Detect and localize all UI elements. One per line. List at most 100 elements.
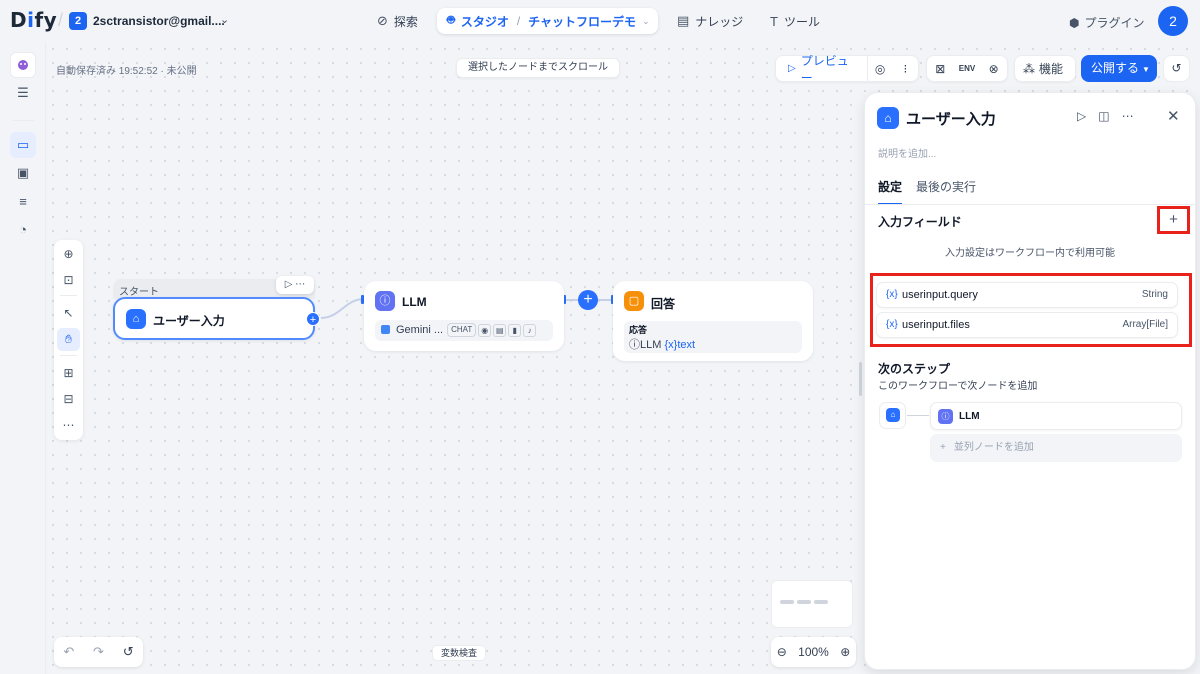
tab-last-run[interactable]: 最後の実行 (916, 178, 976, 205)
nav-tools-label: ツール (783, 14, 820, 29)
variable-icon: {x} (886, 319, 898, 330)
hand-icon[interactable]: ✋︎ (57, 328, 80, 351)
nav-explore[interactable]: ⊘ 探索 (377, 8, 418, 34)
home-icon: ⌂ (126, 309, 146, 329)
tools-divider (60, 355, 77, 356)
nav-studio-label: スタジオ (460, 14, 509, 29)
nav-studio[interactable]: 🤖︎ スタジオ / チャットフローデモ ⌄ (437, 8, 658, 34)
start-section-label: スタート (119, 287, 159, 298)
chevron-down-icon[interactable]: ⌄ (642, 16, 650, 27)
app-icon[interactable] (10, 52, 36, 78)
current-node-chip: ⌂ (879, 402, 906, 429)
publish-button[interactable]: 公開する ▼ (1081, 55, 1157, 82)
answer-node[interactable]: ▢ 回答 応答 ⓘLLM {x}text (613, 281, 813, 361)
redo-icon[interactable]: ↷ (93, 644, 104, 660)
history-icon[interactable]: ↺ (123, 644, 134, 660)
node-run-menu[interactable]: ▷ ⋯ (276, 276, 314, 294)
description-input[interactable]: 説明を追加... (878, 145, 936, 160)
preview-group: ▷ プレビュー ◎ ⁝ (775, 54, 919, 85)
tab-settings[interactable]: 設定 (878, 178, 903, 205)
nav-knowledge[interactable]: ▤ ナレッジ (677, 8, 743, 34)
play-icon: ▷ (788, 63, 796, 74)
llm-icon: ⓘ (938, 409, 953, 424)
input-field-row[interactable]: {x} userinput.query String (876, 282, 1178, 308)
organize-icon[interactable]: ⊞ (57, 362, 80, 385)
dify-logo[interactable]: Dify (10, 8, 57, 32)
nav-tools[interactable]: T ツール (770, 8, 820, 34)
features-label: 機能 (1039, 62, 1064, 76)
zoom-control: ⊖ 100% ⊕ (771, 637, 856, 667)
list-icon[interactable]: ⁝ (893, 62, 918, 76)
input-field-row[interactable]: {x} userinput.files Array[File] (876, 312, 1178, 338)
sidebar-item-monitor[interactable]: ◔ (10, 216, 36, 242)
more-icon[interactable]: ⋯ (1122, 109, 1134, 123)
minimap[interactable] (771, 580, 853, 628)
avatar[interactable]: 2 (1158, 6, 1188, 36)
settings-sliders-icon[interactable]: ☰ (10, 80, 36, 106)
checklist-icon[interactable]: ◎ (868, 62, 893, 76)
add-note-icon[interactable]: ⊡ (57, 269, 80, 292)
answer-output: 応答 ⓘLLM {x}text (624, 321, 802, 353)
features-button[interactable]: ⁂ 機能 (1014, 55, 1076, 82)
add-input-field-button[interactable]: + (1157, 206, 1190, 234)
panel-tabs: 設定 最後の実行 (878, 178, 976, 205)
panel-title[interactable]: ユーザー入力 (906, 108, 996, 129)
minimap-node (780, 600, 794, 604)
workspace-badge[interactable]: 2 (69, 12, 87, 30)
global-var-icon[interactable]: ⊗ (981, 62, 1007, 76)
add-parallel-node-button[interactable]: + 並列ノードを追加 (930, 434, 1182, 462)
app-name[interactable]: チャットフローデモ (528, 13, 636, 30)
video-feature-icon: ▮ (508, 324, 522, 337)
env-button[interactable]: ENV (954, 64, 980, 73)
sidebar-item-api[interactable]: ▣ (10, 160, 36, 186)
features-icon: ⁂ (1023, 61, 1035, 76)
chat-mode-badge: CHAT (447, 323, 477, 337)
start-node[interactable]: ⌂ ユーザー入力 + (113, 297, 320, 340)
sidebar-divider (12, 120, 34, 121)
more-icon[interactable]: ⋯ (57, 414, 80, 437)
zoom-level[interactable]: 100% (798, 645, 829, 659)
llm-model-name: Gemini ... (396, 324, 444, 336)
audio-feature-icon: ♪ (523, 324, 537, 337)
next-step-subtitle: このワークフローで次ノードを追加 (878, 381, 1038, 392)
pointer-icon[interactable]: ↖ (57, 302, 80, 325)
variable-inspect-button[interactable]: 変数検査 (432, 645, 487, 661)
gemini-icon (381, 325, 390, 334)
start-node-title: ユーザー入力 (153, 314, 225, 328)
add-next-node-handle[interactable]: + (306, 312, 320, 326)
panel-resize-handle[interactable] (859, 362, 862, 396)
add-node-icon[interactable]: ⊕ (57, 243, 80, 266)
zoom-out-icon[interactable]: ⊖ (777, 645, 787, 659)
zoom-in-icon[interactable]: ⊕ (840, 645, 850, 659)
tools-divider (60, 295, 77, 296)
llm-icon: ⓘ (375, 291, 395, 311)
export-image-icon[interactable]: ⊟ (57, 388, 80, 411)
undo-icon[interactable]: ↶ (63, 644, 74, 660)
undo-redo-group: ↶ ↷ ↺ (54, 637, 143, 667)
run-node-icon[interactable]: ▷ (1077, 109, 1086, 123)
scroll-to-node-button[interactable]: 選択したノードまでスクロール (456, 58, 620, 78)
answer-output-value: ⓘLLM {x}text (629, 339, 696, 351)
history-icon[interactable]: ↺ (1163, 55, 1190, 82)
sidebar-item-logs[interactable]: ≡ (10, 188, 36, 214)
preview-button[interactable]: ▷ プレビュー (776, 54, 868, 85)
preview-label: プレビュー (800, 53, 849, 85)
next-node-llm[interactable]: ⓘ LLM (930, 402, 1182, 430)
autosave-status: 自動保存済み 19:52:52 · 未公開 (56, 66, 197, 77)
field-name: userinput.files (902, 319, 970, 331)
llm-node[interactable]: ⓘ LLM Gemini ... CHAT ◉ ▤ ▮ ♪ (364, 281, 564, 351)
llm-node-title: LLM (402, 295, 427, 309)
node-detail-panel: ⌂ ユーザー入力 ▷ ◫ ⋯ ✕ 説明を追加... 設定 最後の実行 入力フィー… (864, 92, 1196, 670)
app-emoji-icon (18, 60, 28, 70)
sidebar-item-orchestrate[interactable]: ▭ (10, 132, 36, 158)
book-icon: ▤ (677, 13, 690, 28)
close-icon[interactable]: ✕ (1167, 107, 1180, 125)
workspace-name[interactable]: 2sctransistor@gmail.... (93, 14, 225, 28)
llm-model-selector[interactable]: Gemini ... CHAT ◉ ▤ ▮ ♪ (375, 320, 553, 341)
conversation-var-icon[interactable]: ⊠ (927, 62, 953, 76)
plugin-button[interactable]: ⬢ プラグイン (1069, 14, 1145, 31)
add-node-between-button[interactable]: + (578, 290, 598, 310)
chevron-down-icon[interactable]: ⌄ (220, 13, 229, 26)
help-doc-icon[interactable]: ◫ (1098, 109, 1109, 123)
top-bar: Dify / 2 2sctransistor@gmail.... ⌄ ⊘ 探索 … (0, 0, 1200, 42)
